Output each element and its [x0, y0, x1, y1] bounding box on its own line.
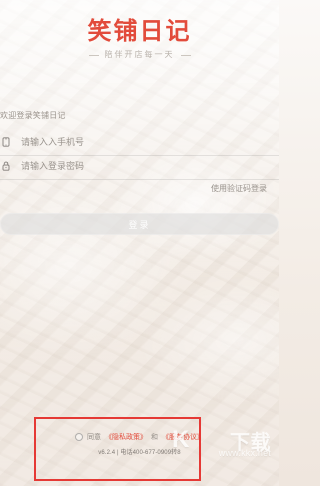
agreement-radio[interactable]: [75, 433, 83, 441]
privacy-policy-link[interactable]: 《隐私政策》: [105, 432, 147, 442]
version-and-phone: v6.2.4 | 电话400-677-0909转8: [98, 450, 181, 456]
agreement-row: 同意 《隐私政策》 和 《服务协议》: [0, 432, 279, 442]
password-field[interactable]: [0, 152, 279, 180]
lock-icon: [1, 161, 11, 171]
password-input[interactable]: [21, 152, 279, 180]
brand-header: 笑铺日记 陪伴开店每一天: [0, 18, 279, 60]
app-logo-title: 笑铺日记: [87, 16, 192, 45]
login-hint: 欢迎登录笑铺日记: [0, 111, 66, 120]
app-slogan: 陪伴开店每一天: [0, 50, 279, 60]
agreement-and: 和: [151, 434, 158, 441]
slogan-text: 陪伴开店每一天: [104, 50, 175, 59]
slogan-left-dash: [88, 54, 99, 56]
login-screen: 笑铺日记 陪伴开店每一天 欢迎登录笑铺日记 使用验证码登录 登录: [0, 0, 279, 486]
slogan-right-dash: [180, 54, 191, 56]
phone-icon: [1, 137, 11, 147]
service-agreement-link[interactable]: 《服务协议》: [162, 432, 204, 442]
login-button[interactable]: 登录: [0, 213, 279, 235]
verification-code-login-link[interactable]: 使用验证码登录: [211, 183, 267, 194]
agreement-prefix: 同意: [87, 434, 101, 441]
